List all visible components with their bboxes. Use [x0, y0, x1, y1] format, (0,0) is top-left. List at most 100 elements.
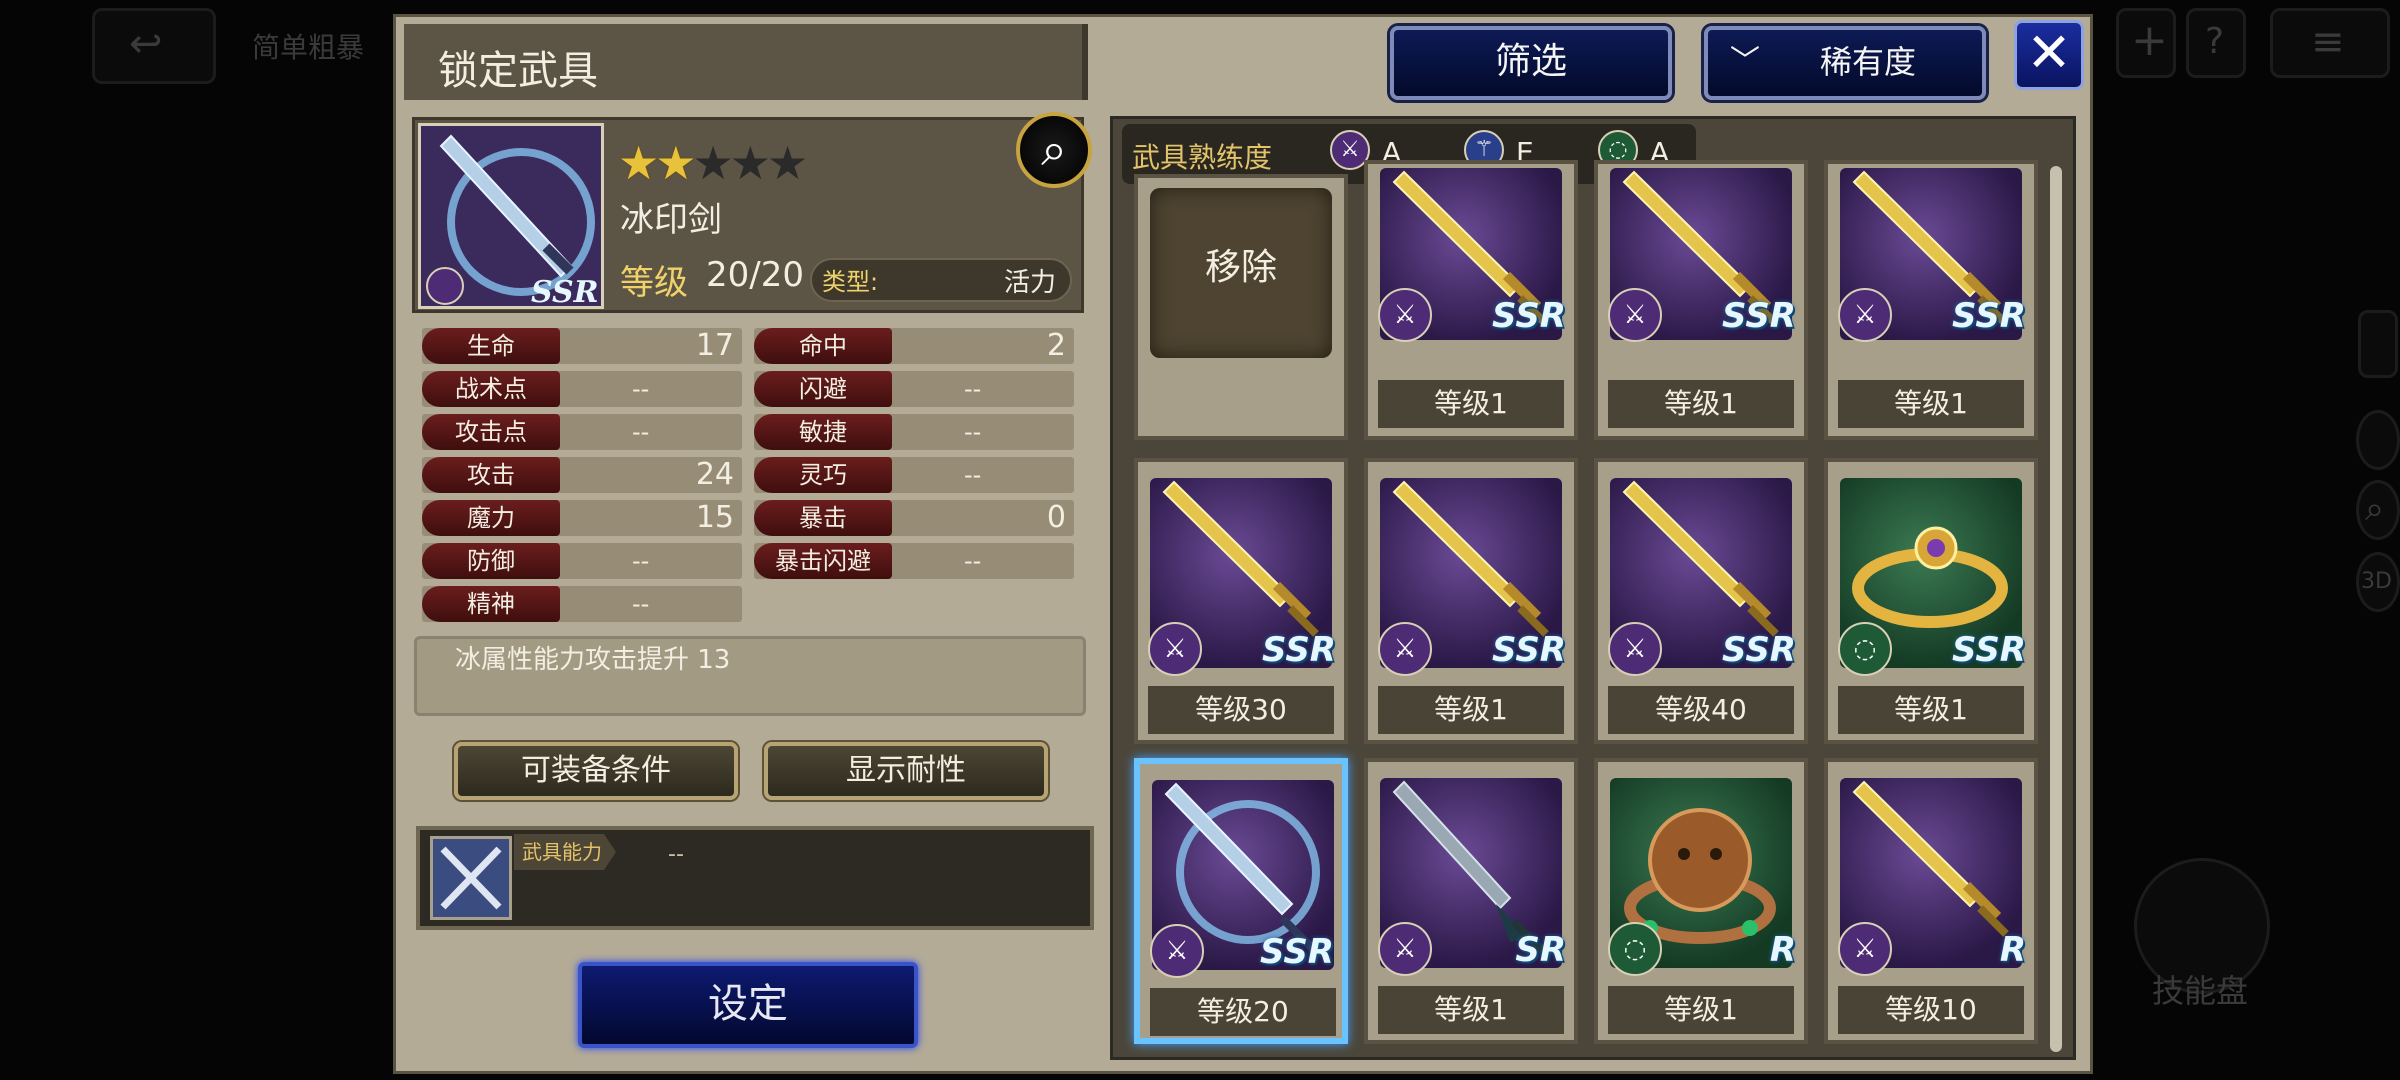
ice-sword-image: SSR — [426, 134, 599, 309]
equipment-card[interactable]: ⚔ SSR 等级40 — [1594, 458, 1808, 744]
bg-side-button-1 — [2358, 310, 2398, 378]
stat-left-label: 防御 — [422, 543, 560, 579]
item-icon: SSR — [418, 123, 604, 309]
sword-icon: ⚔ — [1378, 922, 1432, 976]
stat-right-row: 敏捷 -- — [754, 414, 1074, 450]
stat-left-row: 生命 17 — [422, 328, 742, 364]
filter-button[interactable]: 筛选 — [1390, 26, 1672, 100]
back-button[interactable]: ↩ — [92, 8, 216, 84]
equipment-level: 等级20 — [1150, 988, 1336, 1036]
rarity-stars: ★★★★★ — [618, 136, 808, 190]
equipment-card[interactable]: ⚔ SR 等级1 — [1364, 758, 1578, 1044]
rarity-badge: SSR — [1260, 932, 1334, 972]
item-name: 冰印剑 — [620, 200, 722, 240]
stat-left-row: 战术点 -- — [422, 371, 742, 407]
bg-3d-button: 3D — [2356, 552, 2400, 612]
stat-left-value: -- — [632, 547, 650, 575]
bg-3d-label: 3D — [2361, 569, 2392, 594]
equipment-card[interactable]: ◌ SSR 等级1 — [1824, 458, 2038, 744]
level-label: 等级 — [620, 263, 688, 303]
rarity-badge: SSR — [1952, 296, 2026, 336]
stat-right-row: 命中 2 — [754, 328, 1074, 364]
weapon-ability-tag-arrow — [604, 834, 616, 870]
equipment-level: 等级1 — [1838, 686, 2024, 734]
stat-right-value: -- — [964, 375, 982, 403]
stat-right-row: 闪避 -- — [754, 371, 1074, 407]
bg-help-button: ? — [2186, 8, 2246, 78]
crossed-swords-icon — [440, 846, 502, 910]
stat-right-label: 暴击 — [754, 500, 892, 536]
stat-left-label: 精神 — [422, 586, 560, 622]
stat-right-value: 0 — [1046, 500, 1066, 535]
equipment-card[interactable]: ⚔ SSR 等级1 — [1824, 160, 2038, 440]
rarity-badge: SSR — [1952, 630, 2026, 670]
stat-right-value: -- — [964, 461, 982, 489]
bg-skill-label: 技能盘 — [2152, 972, 2249, 1010]
equipment-card[interactable]: ⚔ SSR 等级1 — [1364, 160, 1578, 440]
panel-title-bar: 锁定武具 — [404, 24, 1088, 100]
item-icon-rarity: SSR — [531, 275, 599, 309]
sword-icon: ⚔ — [1150, 924, 1204, 978]
equipment-level: 等级40 — [1608, 686, 1794, 734]
rarity-badge: R — [1769, 930, 1796, 970]
type-label: 类型: — [822, 268, 879, 296]
show-resistance-button[interactable]: 显示耐性 — [764, 742, 1048, 800]
equipment-card[interactable]: ⚔ SSR 等级1 — [1594, 160, 1808, 440]
equip-conditions-button[interactable]: 可装备条件 — [454, 742, 738, 800]
equipment-card[interactable]: ⚔ R 等级10 — [1824, 758, 2038, 1044]
ability-description: 冰属性能力攻击提升 13 — [455, 645, 731, 675]
stat-left-row: 防御 -- — [422, 543, 742, 579]
close-button[interactable]: ✕ — [2014, 20, 2084, 90]
stat-left-value: -- — [632, 590, 650, 618]
equipment-card[interactable]: ⚔ SSR 等级1 — [1364, 458, 1578, 744]
equipment-card[interactable]: ◌ R 等级1 — [1594, 758, 1808, 1044]
stat-right-label: 闪避 — [754, 371, 892, 407]
equipment-level: 等级1 — [1838, 380, 2024, 428]
weapon-ability-icon — [430, 836, 512, 920]
equipment-level: 等级1 — [1608, 380, 1794, 428]
stat-right-value: 2 — [1046, 328, 1066, 363]
stat-left-value: -- — [632, 375, 650, 403]
remove-equipment-card[interactable]: 移除 — [1134, 174, 1348, 440]
ability-description-box: 冰属性能力攻击提升 13 — [414, 636, 1086, 716]
grid-scrollbar[interactable] — [2050, 166, 2062, 1052]
rarity-badge: SSR — [1722, 296, 1796, 336]
sword-icon: ⚔ — [1838, 922, 1892, 976]
level-value: 20/20 — [706, 255, 804, 295]
stat-right-label: 灵巧 — [754, 457, 892, 493]
game-screen: ↩ 简单粗暴 + ? ≡ ⌕ 3D 技能盘 锁定武具 筛选 ﹀ 稀有度 ✕ SS… — [0, 0, 2400, 1080]
bg-add-button: + — [2116, 8, 2176, 78]
rarity-badge: R — [1999, 930, 2026, 970]
rarity-badge: SSR — [1262, 630, 1336, 670]
stat-left-label: 攻击 — [422, 457, 560, 493]
equipment-card[interactable]: ⚔ SSR 等级30 — [1134, 458, 1348, 744]
chevron-down-icon: ﹀ — [1730, 44, 1760, 79]
sort-dropdown[interactable]: ﹀ 稀有度 — [1704, 26, 1986, 100]
menu-icon: ≡ — [2311, 19, 2345, 65]
bg-side-button-3: ⌕ — [2356, 480, 2400, 540]
stat-right-label: 暴击闪避 — [754, 543, 892, 579]
sort-label: 稀有度 — [1820, 43, 1917, 81]
star-icon: ★ — [655, 136, 696, 190]
stat-right-value: -- — [964, 547, 982, 575]
stat-left-value: -- — [632, 418, 650, 446]
equipment-card[interactable]: ⚔ SSR 等级20 — [1134, 758, 1348, 1044]
star-empty-icon: ★ — [692, 136, 734, 190]
sword-icon: ⚔ — [1608, 288, 1662, 342]
inspect-button[interactable]: ⌕ — [1016, 112, 1092, 188]
star-icon: ★ — [618, 136, 659, 190]
set-button[interactable]: 设定 — [578, 962, 918, 1048]
weapon-ability-value: -- — [668, 842, 684, 867]
remove-label: 移除 — [1150, 188, 1332, 358]
equipment-level: 等级1 — [1378, 986, 1564, 1034]
stat-left-label: 魔力 — [422, 500, 560, 536]
equipment-level: 等级10 — [1838, 986, 2024, 1034]
stat-left-label: 生命 — [422, 328, 560, 364]
equipment-level: 等级1 — [1378, 380, 1564, 428]
stat-left-label: 攻击点 — [422, 414, 560, 450]
stat-left-row: 精神 -- — [422, 586, 742, 622]
stat-right-row: 暴击闪避 -- — [754, 543, 1074, 579]
type-value: 活力 — [1004, 268, 1057, 298]
rarity-badge: SSR — [1492, 630, 1566, 670]
weapon-ability-tag: 武具能力 — [514, 834, 604, 870]
